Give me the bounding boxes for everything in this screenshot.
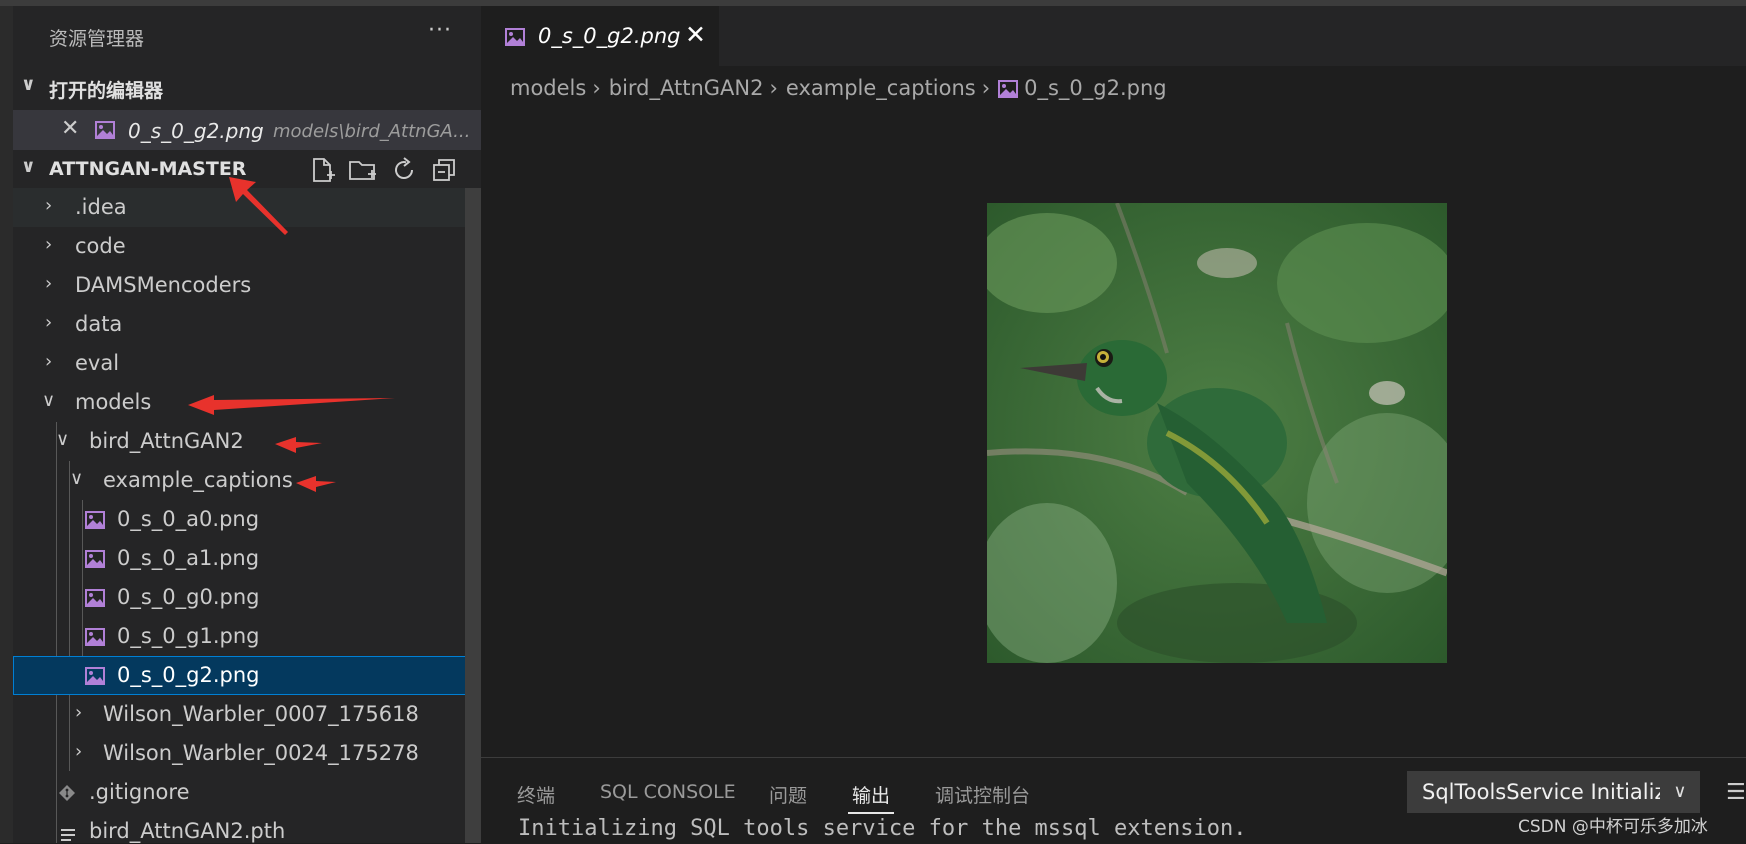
- explorer-title: 资源管理器: [49, 28, 145, 50]
- git-icon: [58, 783, 76, 807]
- breadcrumb-item[interactable]: models: [510, 76, 586, 100]
- editor-tab-bar: 0_s_0_g2.png ✕: [481, 6, 1746, 66]
- image-file-icon: [85, 510, 105, 534]
- open-editor-filename: 0_s_0_g2.png: [128, 119, 264, 143]
- tree-item-file[interactable]: 0_s_0_g0.png: [13, 578, 481, 617]
- tree-item-label: eval: [75, 351, 120, 375]
- tree-item-label: data: [75, 312, 123, 336]
- new-file-icon[interactable]: [308, 156, 336, 184]
- chevron-down-icon: ∨: [70, 468, 84, 489]
- chevron-down-icon: ∨: [42, 390, 56, 411]
- close-icon[interactable]: ✕: [61, 116, 79, 141]
- activity-bar: [0, 6, 13, 843]
- chevron-right-icon: ›: [45, 351, 53, 372]
- tree-item-file[interactable]: 0_s_0_a1.png: [13, 539, 481, 578]
- tree-item-damsmencoders[interactable]: › DAMSMencoders: [13, 266, 481, 305]
- chevron-right-icon: ›: [45, 273, 53, 294]
- output-channel-value: SqlToolsService Initializ: [1422, 780, 1666, 804]
- tab-label: 0_s_0_g2.png: [538, 24, 681, 48]
- sidebar-scrollbar[interactable]: [465, 188, 481, 843]
- breadcrumb-separator: ›: [592, 76, 601, 100]
- tree-item-label: DAMSMencoders: [75, 273, 252, 297]
- tab-debug-console[interactable]: 调试控制台: [935, 781, 1030, 808]
- chevron-down-icon: ∨: [56, 429, 70, 450]
- tree-item-bird-attngan2[interactable]: ∨ bird_AttnGAN2: [13, 422, 481, 461]
- tab-0-s-0-g2[interactable]: 0_s_0_g2.png ✕: [481, 6, 719, 66]
- tree-item-label: .idea: [75, 195, 127, 219]
- tab-terminal[interactable]: 终端: [517, 781, 555, 808]
- tree-item-label: 0_s_0_g2.png: [117, 663, 260, 687]
- close-icon[interactable]: ✕: [685, 20, 706, 49]
- breadcrumb-item[interactable]: bird_AttnGAN2: [609, 76, 764, 100]
- tree-item-label: bird_AttnGAN2.pth: [89, 819, 286, 843]
- tree-item-file[interactable]: 0_s_0_g1.png: [13, 617, 481, 656]
- breadcrumb-separator: ›: [981, 76, 991, 100]
- tab-problems[interactable]: 问题: [769, 781, 807, 808]
- tree-item-label: 0_s_0_g1.png: [117, 624, 260, 648]
- image-file-icon: [998, 79, 1019, 103]
- image-file-icon: [85, 549, 105, 573]
- image-file-icon: [85, 627, 105, 651]
- tree-item-code[interactable]: › code: [13, 227, 481, 266]
- refresh-icon[interactable]: [390, 156, 418, 184]
- explorer-sidebar: 资源管理器 ··· ∨ 打开的编辑器 ✕ 0_s_0_g2.png models…: [13, 6, 481, 843]
- open-editor-path: models\bird_AttnGA...: [273, 121, 471, 142]
- tree-item-idea[interactable]: › .idea: [13, 188, 481, 227]
- tree-item-wilson-warbler-0007[interactable]: › Wilson_Warbler_0007_175618: [13, 695, 481, 734]
- list-menu-icon[interactable]: ☰: [1726, 780, 1746, 805]
- tree-item-file-selected[interactable]: 0_s_0_g2.png: [13, 656, 481, 695]
- tree-item-label: Wilson_Warbler_0024_175278: [103, 741, 419, 765]
- tree-item-label: models: [75, 390, 152, 414]
- chevron-down-icon: ∨: [1660, 771, 1700, 813]
- breadcrumb-item[interactable]: example_captions: [786, 76, 976, 100]
- breadcrumb-separator: ›: [769, 76, 778, 100]
- output-text: Initializing SQL tools service for the m…: [518, 816, 1247, 841]
- tree-item-label: Wilson_Warbler_0007_175618: [103, 702, 419, 726]
- tree-item-label: .gitignore: [89, 780, 190, 804]
- tree-item-data[interactable]: › data: [13, 305, 481, 344]
- chevron-down-icon: ∨: [21, 156, 36, 177]
- file-icon: [60, 824, 76, 843]
- more-actions-icon[interactable]: ···: [428, 18, 452, 43]
- open-editors-label: 打开的编辑器: [49, 80, 164, 102]
- tree-item-example-captions[interactable]: ∨ example_captions: [13, 461, 481, 500]
- active-tab-indicator: [848, 812, 894, 814]
- tree-item-label: example_captions: [103, 468, 293, 492]
- tab-output[interactable]: 输出: [852, 781, 890, 808]
- tree-item-gitignore[interactable]: .gitignore: [13, 773, 481, 812]
- tree-item-eval[interactable]: › eval: [13, 344, 481, 383]
- tree-item-label: bird_AttnGAN2: [89, 429, 244, 453]
- chevron-right-icon: ›: [45, 312, 53, 333]
- image-preview: [987, 203, 1447, 663]
- image-file-icon: [85, 588, 105, 612]
- image-file-icon: [85, 666, 105, 690]
- chevron-right-icon: ›: [75, 741, 83, 762]
- tree-item-label: code: [75, 234, 126, 258]
- tree-item-label: 0_s_0_a0.png: [117, 507, 260, 531]
- chevron-down-icon: ∨: [21, 74, 36, 95]
- tree-item-file[interactable]: 0_s_0_a0.png: [13, 500, 481, 539]
- new-folder-icon[interactable]: [348, 156, 376, 184]
- tree-item-label: 0_s_0_g0.png: [117, 585, 260, 609]
- chevron-right-icon: ›: [45, 195, 53, 216]
- open-editor-item[interactable]: ✕ 0_s_0_g2.png models\bird_AttnGA...: [13, 110, 481, 150]
- chevron-right-icon: ›: [45, 234, 53, 255]
- breadcrumb-item[interactable]: 0_s_0_g2.png: [1024, 76, 1167, 100]
- breadcrumb: models › bird_AttnGAN2 › example_captions › 0_…: [510, 76, 1173, 103]
- image-file-icon: [505, 28, 525, 50]
- output-channel-select[interactable]: SqlToolsService Initializ ∨: [1407, 771, 1700, 813]
- open-editors-header[interactable]: ∨ 打开的编辑器: [13, 68, 481, 106]
- tree-item-wilson-warbler-0024[interactable]: › Wilson_Warbler_0024_175278: [13, 734, 481, 773]
- chevron-right-icon: ›: [75, 702, 83, 723]
- tree-item-models[interactable]: ∨ models: [13, 383, 481, 422]
- collapse-all-icon[interactable]: [430, 156, 458, 184]
- tree-item-pth[interactable]: bird_AttnGAN2.pth: [13, 812, 481, 843]
- project-label: ATTNGAN-MASTER: [49, 158, 247, 180]
- tree-item-label: 0_s_0_a1.png: [117, 546, 260, 570]
- watermark: CSDN @中杯可乐多加冰: [1518, 817, 1708, 837]
- tab-sql-console[interactable]: SQL CONSOLE: [600, 781, 736, 803]
- image-file-icon: [95, 121, 115, 143]
